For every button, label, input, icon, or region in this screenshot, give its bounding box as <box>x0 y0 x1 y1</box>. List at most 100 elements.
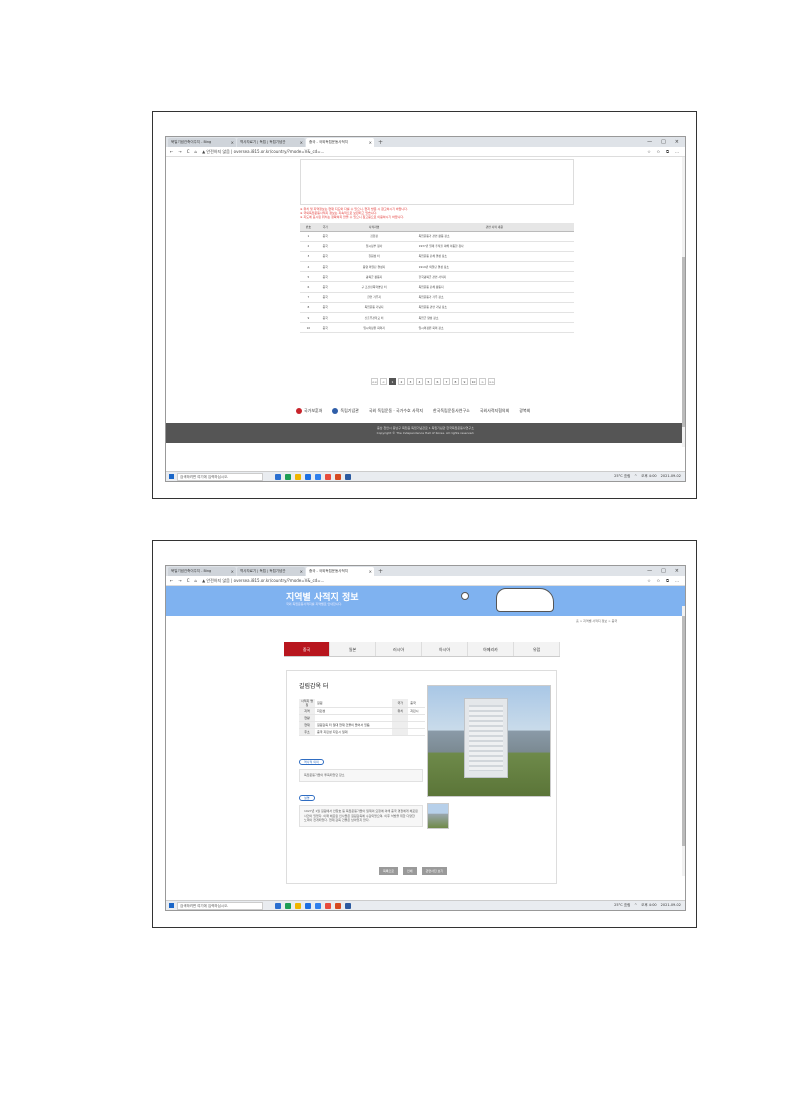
taskbar-app-icon[interactable] <box>325 902 331 909</box>
page-prev[interactable]: < <box>380 378 387 385</box>
page-number[interactable]: 6 <box>434 378 441 385</box>
reload-icon[interactable]: C <box>187 149 190 154</box>
home-icon[interactable]: ⌂ <box>195 578 198 583</box>
minimize-button[interactable]: — <box>647 566 652 576</box>
taskbar-app-icon[interactable] <box>295 902 301 909</box>
page-number[interactable]: 5 <box>425 378 432 385</box>
url-field[interactable]: ▲ 안전하지 않음 | oversea.i815.or.kr/country/?… <box>202 578 324 584</box>
table-row[interactable]: 6 중국 구 조선민족혁명당 터 독립운동 단체 활동지 <box>300 281 574 293</box>
taskbar-app-icon[interactable] <box>315 902 321 909</box>
taskbar-app-icon[interactable] <box>305 902 311 909</box>
row-site-name[interactable]: 임시의정원 회의지 <box>333 322 415 334</box>
page-number[interactable]: 10 <box>470 378 477 385</box>
list-button[interactable]: 목록으로 <box>379 867 399 875</box>
collections-icon[interactable]: ⧉ <box>666 578 669 583</box>
favorite-icon[interactable]: ☆ <box>647 578 651 583</box>
url-field[interactable]: ▲ 안전하지 않음 | oversea.i815.or.kr/country/?… <box>202 149 324 155</box>
weather-text[interactable]: 25°C 흐림 <box>614 474 630 479</box>
sponsor-logo[interactable]: 광복회 <box>519 408 530 414</box>
page-number[interactable]: 8 <box>452 378 459 385</box>
table-row[interactable]: 5 중국 광복군 활동지 한국광복군 관련 사적지 <box>300 271 574 283</box>
new-tab-button[interactable]: + <box>375 138 383 147</box>
table-row[interactable]: 1 중국 집합장 독립운동가 관련 활동 장소 <box>300 231 574 242</box>
scrollbar-thumb[interactable] <box>682 616 685 846</box>
back-icon[interactable]: ← <box>170 578 173 583</box>
row-site-name[interactable]: 한인 거주지 <box>333 292 415 303</box>
table-row[interactable]: 4 중국 동양 의열단 결성지 1919년 의열단 결성 장소 <box>300 261 574 273</box>
reload-icon[interactable]: C <box>187 578 190 583</box>
favorite-icon[interactable]: ☆ <box>647 149 651 154</box>
taskbar-app-icon[interactable] <box>315 473 321 480</box>
weather-text[interactable]: 25°C 흐림 <box>614 903 630 908</box>
photo-thumbnail[interactable] <box>427 803 449 829</box>
close-icon[interactable]: × <box>369 567 372 576</box>
forward-icon[interactable]: → <box>178 149 181 154</box>
page-number[interactable]: 9 <box>461 378 468 385</box>
browser-tab[interactable]: 역사자료기 | 독립 | 독립기념관 × <box>237 138 305 147</box>
page-number[interactable]: 2 <box>398 378 405 385</box>
collections-icon[interactable]: ⧉ <box>666 149 669 154</box>
tab-russia[interactable]: 러시아 <box>376 642 422 656</box>
photos-button[interactable]: 관련사진 보기 <box>421 867 448 875</box>
new-tab-button[interactable]: + <box>375 567 383 576</box>
row-site-name[interactable]: 광복군 활동지 <box>333 271 415 283</box>
scrollbar[interactable] <box>682 606 685 876</box>
taskbar-app-icon[interactable] <box>335 473 341 480</box>
back-icon[interactable]: ← <box>170 149 173 154</box>
browser-tab[interactable]: 역사자료기 | 독립 | 독립기념관 × <box>237 567 305 576</box>
browser-tab-active[interactable]: 중국 - 국외독립운동사적지 × <box>306 567 374 576</box>
maximize-button[interactable]: □ <box>661 137 666 147</box>
row-site-name[interactable]: 신흥무관학교 터 <box>333 312 415 324</box>
close-window-button[interactable]: × <box>675 137 679 147</box>
clock-date[interactable]: 2021-09-02 <box>661 903 681 908</box>
home-icon[interactable]: ⌂ <box>195 149 198 154</box>
sponsor-logo[interactable]: 국외 독립운동 · 국가수호 사적지 <box>369 408 423 414</box>
taskbar-search-input[interactable]: 검색하려면 여기에 입력하십시오. <box>177 901 263 910</box>
favorites-list-icon[interactable]: ✩ <box>657 149 660 154</box>
browser-tab[interactable]: 북일기념건축이주지 - Bing × <box>168 138 236 147</box>
row-site-name[interactable]: 독립운동 기념지 <box>333 302 415 314</box>
breadcrumb[interactable]: 홈 > 지역별 사적지 정보 > 중국 <box>576 619 617 623</box>
taskbar-app-icon[interactable] <box>275 473 281 480</box>
sponsor-logo[interactable]: 국외사적지협의회 <box>480 408 509 414</box>
minimize-button[interactable]: — <box>647 137 652 147</box>
row-site-name[interactable]: 임시정부 청사 <box>333 241 415 252</box>
scrollbar[interactable] <box>682 157 685 447</box>
table-row[interactable]: 10 중국 임시의정원 회의지 임시의정원 회의 장소 <box>300 322 574 334</box>
page-number[interactable]: 1 <box>389 378 396 385</box>
map-area[interactable] <box>300 159 574 205</box>
tab-china[interactable]: 중국 <box>284 642 330 656</box>
windows-start-icon[interactable] <box>169 903 174 908</box>
row-site-name[interactable]: 집합장 <box>333 231 415 242</box>
sponsor-logo[interactable]: 독립기념관 <box>332 408 359 414</box>
page-number[interactable]: 3 <box>407 378 414 385</box>
close-icon[interactable]: × <box>300 567 303 576</box>
row-site-name[interactable]: 동양 의열단 결성지 <box>333 261 415 273</box>
table-row[interactable]: 2 중국 임시정부 청사 1937년 일제 추적을 피해 이동한 청사 <box>300 241 574 252</box>
tray-expand-icon[interactable]: ^ <box>634 474 637 479</box>
close-icon[interactable]: × <box>300 138 303 147</box>
close-icon[interactable]: × <box>231 567 234 576</box>
taskbar-app-icon[interactable] <box>305 473 311 480</box>
site-photo[interactable] <box>427 685 551 797</box>
page-number[interactable]: 7 <box>443 378 450 385</box>
taskbar-app-icon[interactable] <box>335 902 341 909</box>
taskbar-app-icon[interactable] <box>285 902 291 909</box>
table-row[interactable]: 7 중국 한인 거주지 독립운동가 거주 장소 <box>300 292 574 303</box>
taskbar-app-icon[interactable] <box>275 902 281 909</box>
scrollbar-thumb[interactable] <box>682 257 685 427</box>
more-icon[interactable]: … <box>675 149 679 154</box>
close-icon[interactable]: × <box>369 138 372 147</box>
browser-tab-active[interactable]: 중국 - 국외독립운동사적지 × <box>306 138 374 147</box>
sponsor-logo[interactable]: 한국독립운동사연구소 <box>433 408 470 414</box>
clock-time[interactable]: 오후 4:00 <box>641 474 656 479</box>
taskbar-app-icon[interactable] <box>285 473 291 480</box>
taskbar-app-icon[interactable] <box>345 473 351 480</box>
print-button[interactable]: 인쇄 <box>403 867 417 875</box>
taskbar-app-icon[interactable] <box>295 473 301 480</box>
sponsor-logo[interactable]: 국가보훈처 <box>296 408 322 414</box>
taskbar-search-input[interactable]: 검색하려면 여기에 입력하십시오. <box>177 472 263 481</box>
maximize-button[interactable]: □ <box>661 566 666 576</box>
tab-japan[interactable]: 일본 <box>330 642 376 656</box>
row-site-name[interactable]: 구 조선민족혁명당 터 <box>333 281 415 293</box>
